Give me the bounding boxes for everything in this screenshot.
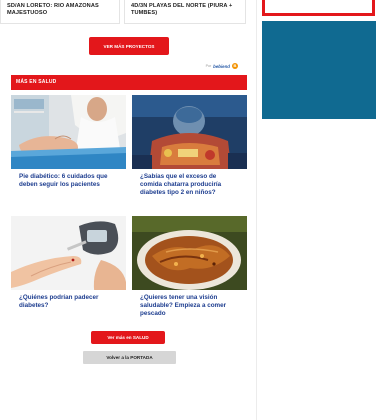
sidebar [257,0,378,420]
junk-food-photo [132,95,247,175]
sponsor-prefix: Por [205,64,212,68]
promo-title: SD/AN LORETO: RIO AMAZONAS MAJESTUOSO [7,3,99,16]
article-caption: Pie diabético: 6 cuidados que deben segu… [11,169,126,211]
article-caption: ¿Quieres tener una visión saludable? Emp… [132,290,247,332]
article-card-pie-diabetico[interactable]: Pie diabético: 6 cuidados que deben segu… [11,95,126,213]
foot-exam-photo [11,95,126,175]
section-title: MÁS EN SALUD [16,79,57,85]
promo-title: 4D/3N PLAYAS DEL NORTE (PIURA + TUMBES) [131,3,233,16]
article-image-fried-fish[interactable] [132,216,247,296]
fried-fish-photo [132,216,247,296]
glucose-test-photo [11,216,126,296]
sponsor-attribution[interactable]: Por bebiend B [206,62,238,70]
sponsor-logo-text: bebiend [213,63,230,69]
article-title-link[interactable]: ¿Sabías que el exceso de comida chatarra… [140,173,239,198]
article-card-comida-chatarra[interactable]: ¿Sabías que el exceso de comida chatarra… [132,95,247,213]
main-column: SD/AN LORETO: RIO AMAZONAS MAJESTUOSO 4D… [0,0,256,420]
article-card-quienes-diabetes[interactable]: ¿Quiénes podrían padecer diabetes? [11,216,126,334]
promo-card-loreto[interactable]: SD/AN LORETO: RIO AMAZONAS MAJESTUOSO [0,0,120,24]
back-to-home-button[interactable]: Volver a la PORTADA [83,351,176,364]
page: SD/AN LORETO: RIO AMAZONAS MAJESTUOSO 4D… [0,0,378,420]
article-title-link[interactable]: Pie diabético: 6 cuidados que deben segu… [19,173,118,189]
sidebar-ad-block[interactable] [262,21,376,119]
article-image-junk-food[interactable] [132,95,247,175]
article-card-vision-pescado[interactable]: ¿Quieres tener una visión saludable? Emp… [132,216,247,334]
sponsor-badge-icon: B [232,63,238,69]
more-salud-button[interactable]: Ver más en SALUD [91,331,165,344]
article-caption: ¿Sabías que el exceso de comida chatarra… [132,169,247,211]
more-projects-button[interactable]: VER MÁS PROYECTOS [89,37,169,55]
article-image-foot-exam[interactable] [11,95,126,175]
article-title-link[interactable]: ¿Quiénes podrían padecer diabetes? [19,294,118,310]
promo-card-playas-norte[interactable]: 4D/3N PLAYAS DEL NORTE (PIURA + TUMBES) [124,0,246,24]
sidebar-ad-frame[interactable] [262,0,375,16]
article-caption: ¿Quiénes podrían padecer diabetes? [11,290,126,332]
article-title-link[interactable]: ¿Quieres tener una visión saludable? Emp… [140,294,239,319]
article-image-glucose-test[interactable] [11,216,126,296]
section-header-bar: MÁS EN SALUD [11,75,247,90]
